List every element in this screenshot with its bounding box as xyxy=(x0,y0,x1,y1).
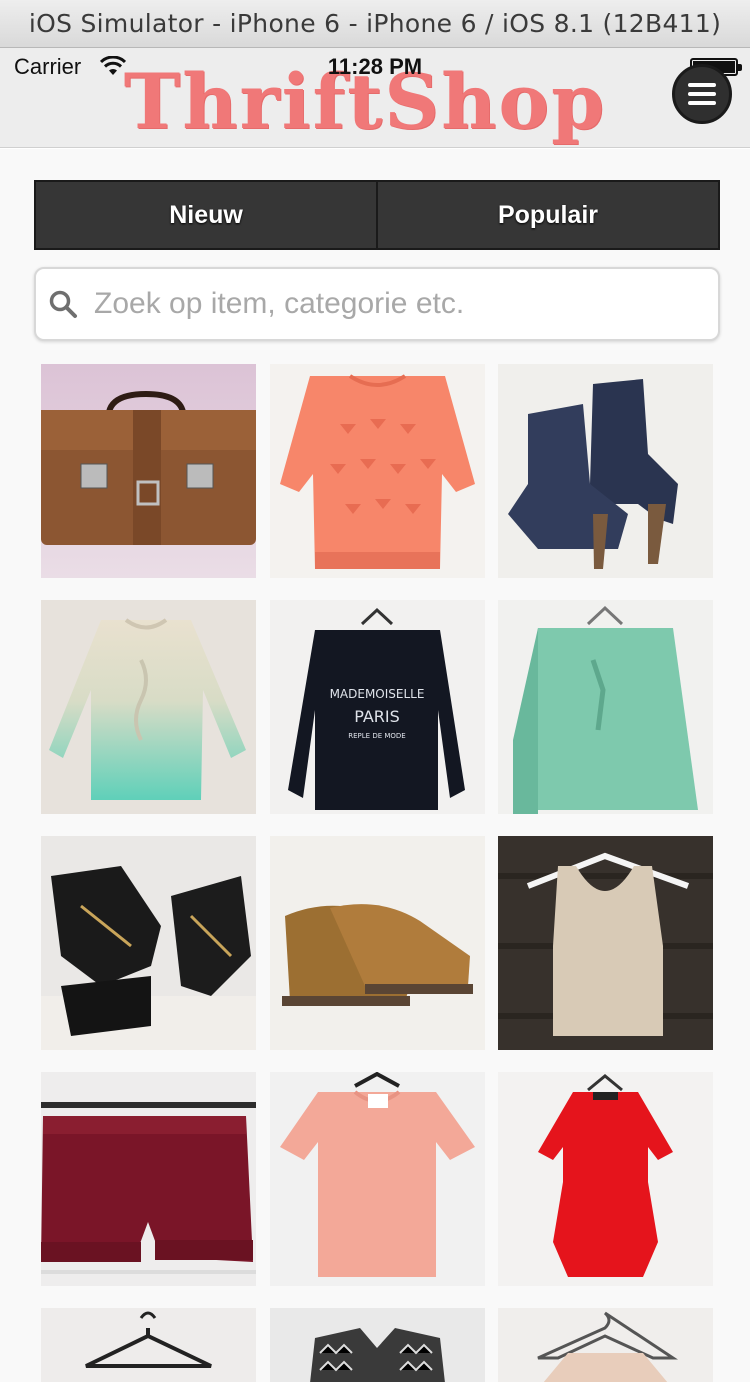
search-icon xyxy=(49,290,77,318)
product-tank-top[interactable] xyxy=(498,836,713,1050)
tab-populair[interactable]: Populair xyxy=(376,182,718,248)
product-coral-sweater[interactable] xyxy=(270,364,485,578)
tab-nieuw[interactable]: Nieuw xyxy=(36,182,376,248)
window-title: iOS Simulator - iPhone 6 - iPhone 6 / iO… xyxy=(28,9,722,38)
product-mint-blouse[interactable] xyxy=(498,600,713,814)
print-line-3: REPLE DE MODE xyxy=(348,732,405,740)
print-line-1: MADEMOISELLE xyxy=(330,687,425,701)
product-briefcase[interactable] xyxy=(41,364,256,578)
search-input[interactable] xyxy=(94,287,684,321)
simulator-title-bar: iOS Simulator - iPhone 6 - iPhone 6 / iO… xyxy=(0,0,750,48)
status-time: 11:28 PM xyxy=(327,54,423,79)
product-ombre-sweater[interactable] xyxy=(41,600,256,814)
app-header: ThriftShop Carrier 11:28 PM xyxy=(0,48,750,148)
hamburger-icon xyxy=(688,83,716,87)
main-content: Nieuw Populair Zoek op item, categorie e… xyxy=(0,149,750,1382)
product-hanger-top[interactable] xyxy=(41,1308,256,1382)
product-lace-top[interactable] xyxy=(270,1072,485,1286)
product-desert-boots[interactable] xyxy=(270,836,485,1050)
menu-button[interactable] xyxy=(672,64,732,124)
search-bar xyxy=(34,267,720,341)
product-patterned-jacket[interactable] xyxy=(270,1308,485,1382)
product-peach-top[interactable] xyxy=(498,1308,713,1382)
product-red-dress[interactable] xyxy=(498,1072,713,1286)
product-mademoiselle-sweatshirt[interactable]: MADEMOISELLE PARIS REPLE DE MODE xyxy=(270,600,485,814)
tab-bar: Nieuw Populair xyxy=(34,180,720,250)
product-navy-boots[interactable] xyxy=(498,364,713,578)
product-wedge-sandals[interactable] xyxy=(41,836,256,1050)
product-burgundy-shorts[interactable] xyxy=(41,1072,256,1286)
print-line-2: PARIS xyxy=(354,707,400,726)
